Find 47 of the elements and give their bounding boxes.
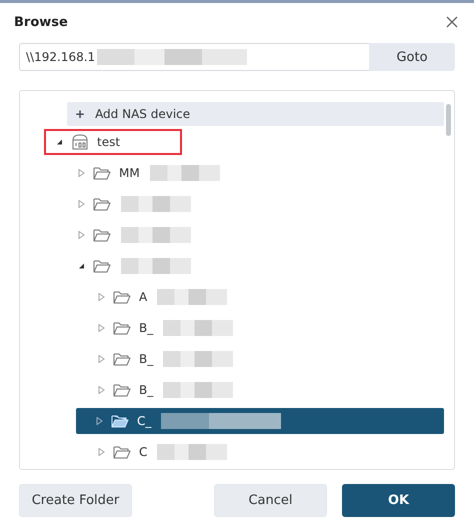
item-name: MM bbox=[119, 166, 140, 180]
item-name: B_ bbox=[139, 382, 154, 396]
folder-icon bbox=[113, 352, 131, 366]
collapsed-arrow-icon[interactable] bbox=[98, 324, 105, 332]
create-folder-button[interactable]: Create Folder bbox=[19, 484, 132, 517]
folder-icon bbox=[93, 228, 111, 242]
scrollbar-thumb[interactable] bbox=[446, 104, 451, 136]
goto-button[interactable]: Goto bbox=[369, 43, 455, 71]
window-title: Browse bbox=[14, 14, 68, 30]
folder-icon bbox=[113, 320, 131, 334]
item-name: C bbox=[139, 444, 148, 458]
collapsed-arrow-icon[interactable] bbox=[98, 448, 105, 456]
item-name: B_ bbox=[139, 320, 154, 334]
item-name: C_ bbox=[137, 414, 152, 428]
folder-icon bbox=[93, 258, 111, 272]
collapsed-arrow-icon[interactable] bbox=[98, 354, 105, 362]
expanded-arrow-icon[interactable] bbox=[56, 138, 63, 146]
item-name: test bbox=[97, 134, 120, 148]
collapsed-arrow-icon[interactable] bbox=[78, 200, 85, 208]
collapsed-arrow-icon[interactable] bbox=[78, 168, 85, 176]
tree-item[interactable]: B_ bbox=[96, 314, 444, 340]
selected-tree-item[interactable]: C_ bbox=[76, 408, 444, 434]
tree-item[interactable]: A bbox=[96, 284, 444, 310]
highlighted-tree-item[interactable]: test bbox=[44, 128, 182, 154]
tree-item[interactable]: MM bbox=[76, 160, 444, 186]
expanded-arrow-icon[interactable] bbox=[78, 262, 85, 270]
folder-icon bbox=[113, 444, 131, 458]
collapsed-arrow-icon[interactable] bbox=[78, 230, 85, 238]
folder-icon bbox=[93, 166, 111, 180]
collapsed-arrow-icon[interactable] bbox=[96, 416, 103, 424]
item-name: B_ bbox=[139, 352, 154, 366]
cancel-button[interactable]: Cancel bbox=[214, 484, 327, 517]
add-nas-device-item[interactable]: + Add NAS device bbox=[67, 102, 444, 126]
item-name: A bbox=[139, 290, 148, 304]
folder-icon bbox=[113, 382, 131, 396]
collapsed-arrow-icon[interactable] bbox=[98, 386, 105, 394]
tree-item[interactable]: B_ bbox=[96, 346, 444, 372]
folder-icon bbox=[93, 196, 111, 210]
nas-drive-icon bbox=[71, 134, 89, 150]
tree-item[interactable]: C bbox=[96, 438, 444, 464]
folder-icon bbox=[113, 290, 131, 304]
path-field[interactable]: \\192.168.1 bbox=[19, 43, 369, 71]
tree-item[interactable]: B_ bbox=[96, 376, 444, 402]
collapsed-arrow-icon[interactable] bbox=[98, 292, 105, 300]
close-icon[interactable] bbox=[446, 16, 458, 28]
folder-icon bbox=[111, 414, 129, 428]
ok-button[interactable]: OK bbox=[342, 484, 455, 517]
